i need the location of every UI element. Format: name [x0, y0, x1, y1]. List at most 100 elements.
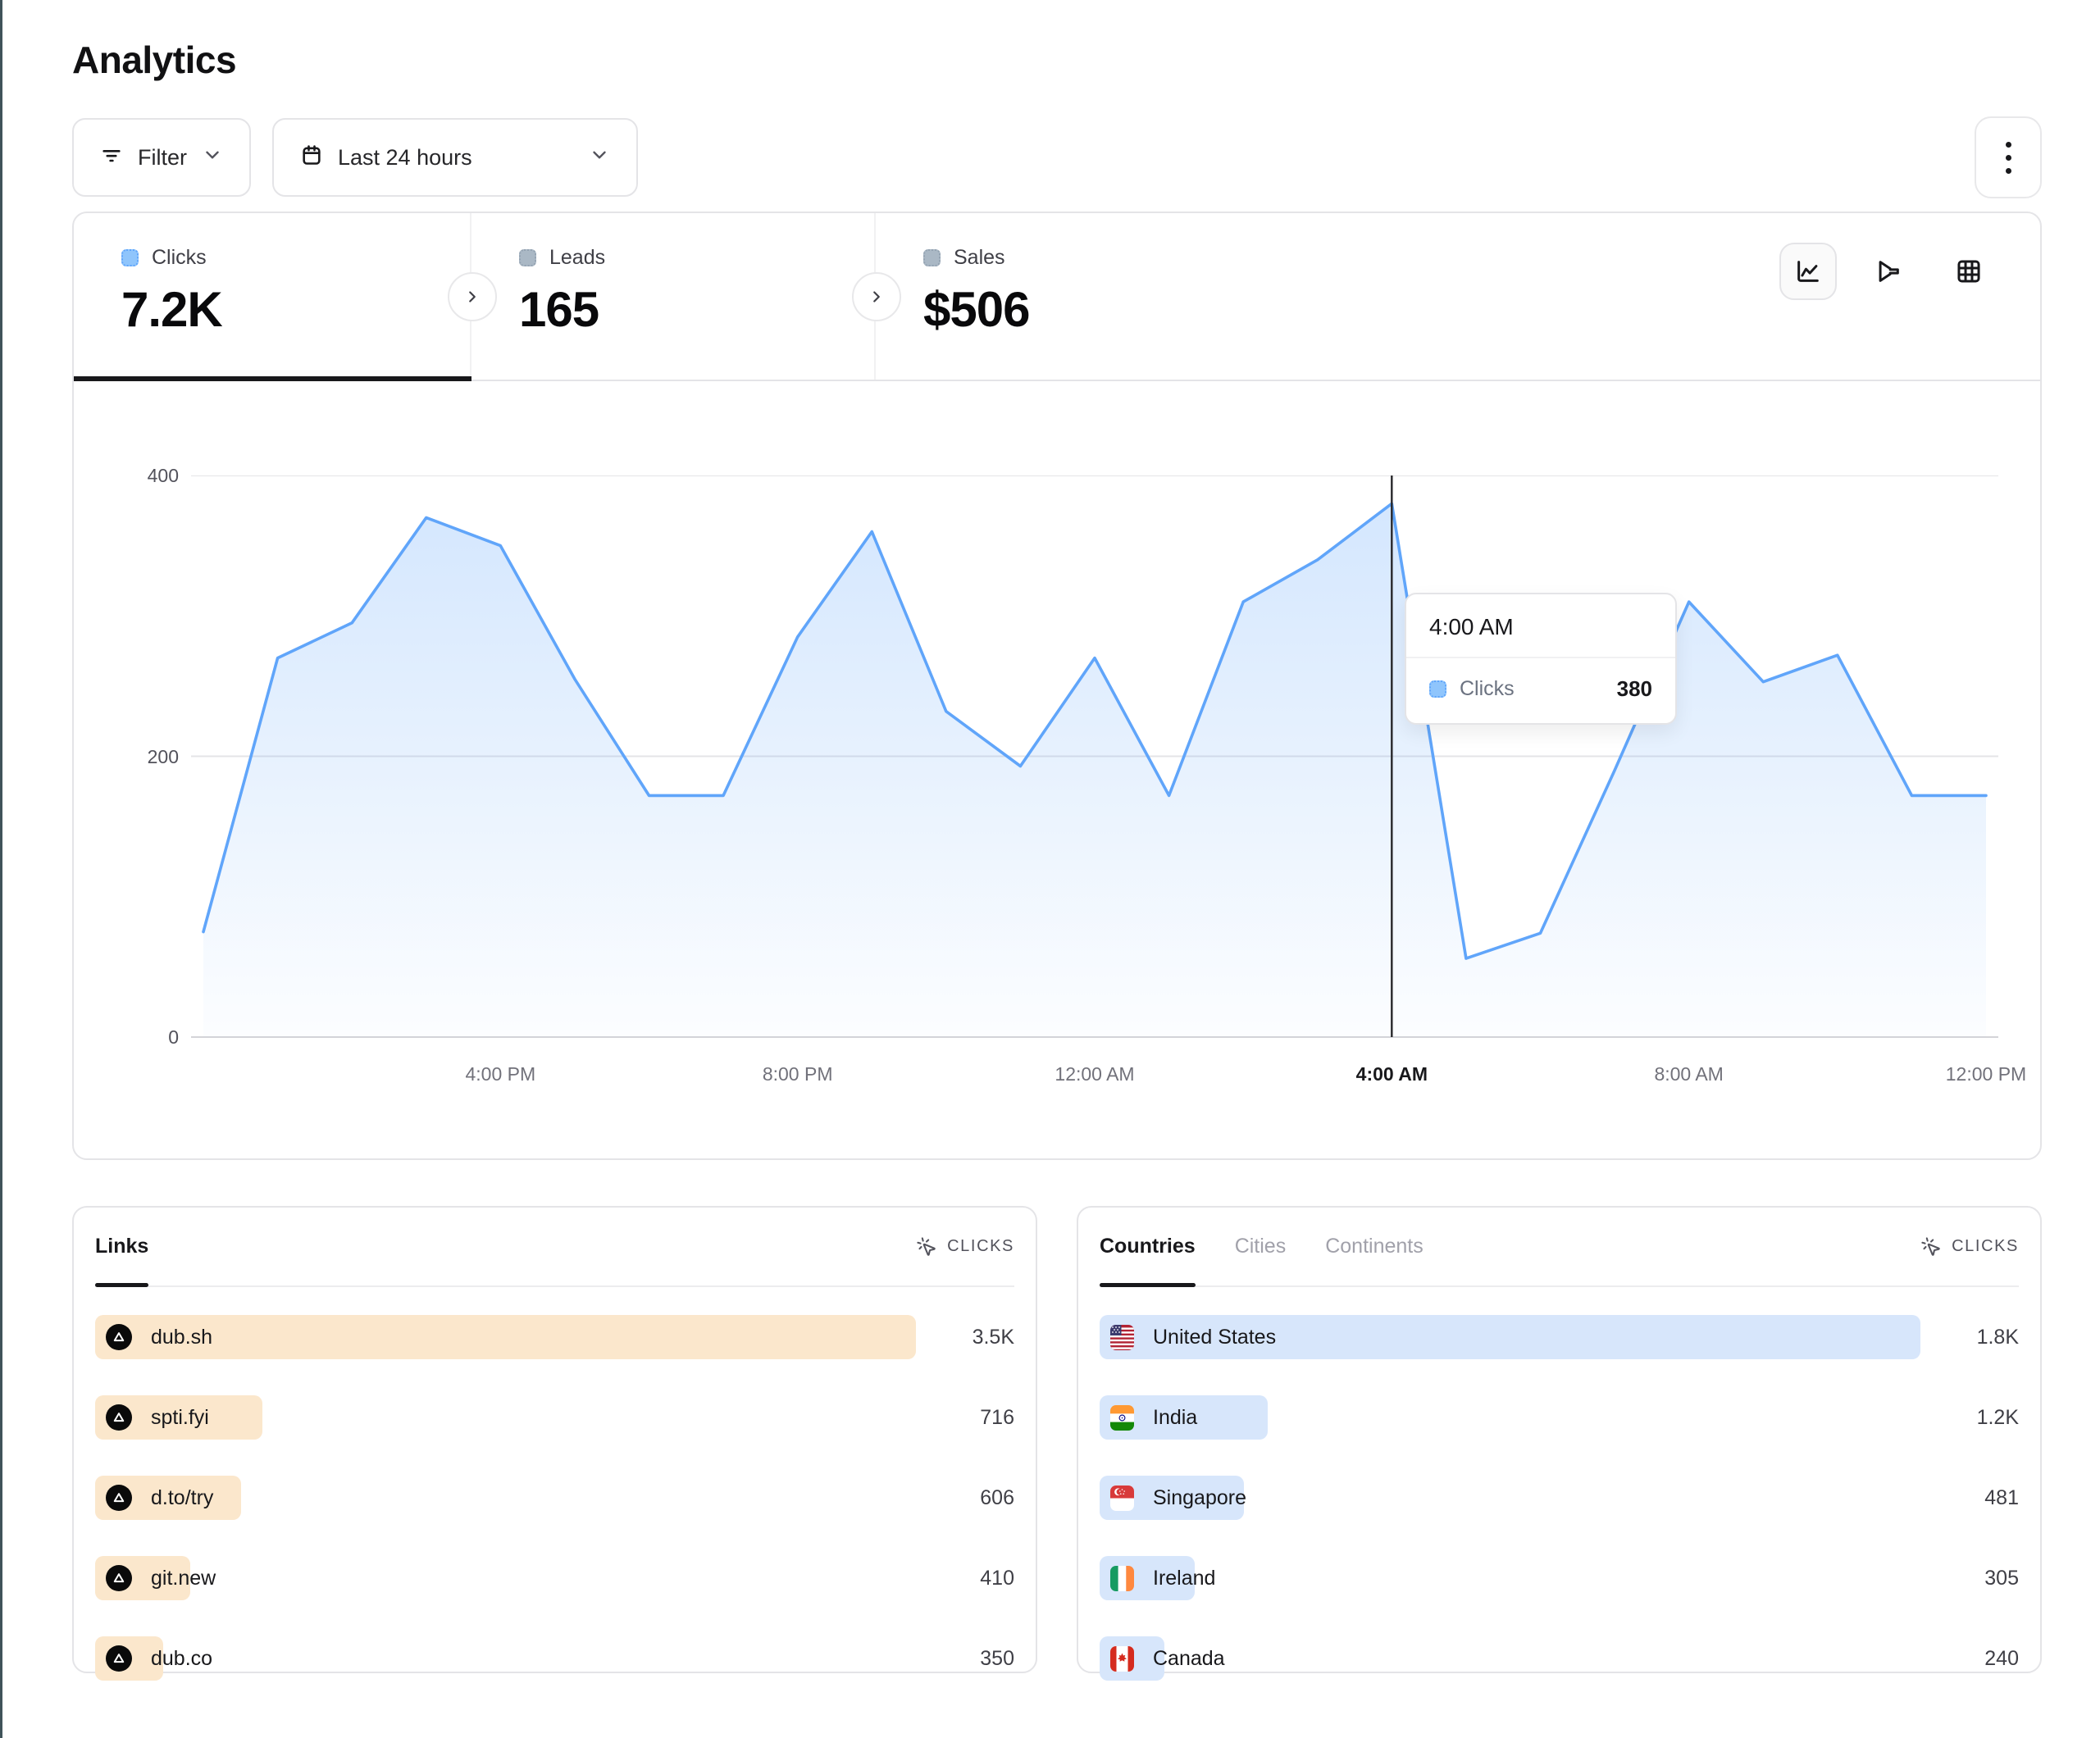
ie-flag-icon — [1110, 1566, 1134, 1591]
table-view-button[interactable] — [1940, 243, 1998, 300]
link-row[interactable]: spti.fyi 716 — [95, 1395, 1014, 1440]
x-axis-label: 8:00 AM — [1624, 1063, 1755, 1085]
expand-leads-button[interactable] — [448, 272, 497, 321]
country-value: 1.8K — [1977, 1326, 2019, 1349]
link-row[interactable]: dub.co350 — [95, 1636, 1014, 1681]
link-bar — [95, 1315, 916, 1359]
countries-metric-header[interactable]: CLICKS — [1920, 1236, 2019, 1258]
tooltip-series-label: Clicks — [1460, 677, 1515, 701]
country-row[interactable]: Singapore 481 — [1100, 1476, 2019, 1520]
cursor-click-icon — [1920, 1236, 1942, 1258]
link-row[interactable]: git.new 410 — [95, 1556, 1014, 1600]
links-tab-links[interactable]: Links — [95, 1208, 148, 1285]
date-range-button[interactable]: Last 24 hours — [272, 118, 638, 197]
clicks-legend-square — [121, 249, 139, 266]
countries-tab-continents[interactable]: Continents — [1325, 1208, 1424, 1285]
us-flag-icon — [1110, 1325, 1134, 1350]
countries-metric-label: CLICKS — [1952, 1237, 2019, 1256]
tooltip-value: 380 — [1617, 676, 1652, 702]
x-axis-label: 4:00 AM — [1326, 1063, 1457, 1085]
link-row[interactable]: d.to/try 606 — [95, 1476, 1014, 1520]
analytics-page: Analytics Filter Last 24 hours — [2, 0, 2100, 1673]
link-label: dub.co — [151, 1647, 212, 1671]
country-label: India — [1153, 1406, 1197, 1430]
link-value: 410 — [980, 1567, 1014, 1590]
leads-stat-value: 165 — [519, 281, 876, 338]
country-value: 305 — [1984, 1567, 2019, 1590]
clicks-stat-label: Clicks — [152, 246, 207, 270]
country-row[interactable]: United States 1.8K — [1100, 1315, 2019, 1359]
filter-button-label: Filter — [138, 145, 187, 171]
kebab-menu-icon — [2006, 142, 2011, 174]
calendar-icon — [300, 143, 323, 172]
stat-card-clicks[interactable]: Clicks 7.2K — [74, 213, 471, 380]
x-axis-label: 12:00 AM — [1029, 1063, 1160, 1085]
line-chart-icon — [1794, 257, 1822, 285]
stats-row: Clicks 7.2K Leads 165 Sales $506 — [74, 213, 2040, 381]
dub-logo-icon — [106, 1324, 132, 1350]
in-flag-icon — [1110, 1405, 1134, 1431]
country-row[interactable]: Canada 240 — [1100, 1636, 2019, 1681]
link-row[interactable]: dub.sh3.5K — [95, 1315, 1014, 1359]
y-axis-label: 200 — [74, 744, 179, 769]
chart-tooltip: 4:00 AM Clicks 380 — [1405, 593, 1677, 725]
x-axis-label: 12:00 PM — [1920, 1063, 2052, 1085]
country-value: 481 — [1984, 1486, 2019, 1510]
countries-tab-cities[interactable]: Cities — [1235, 1208, 1287, 1285]
country-value: 240 — [1984, 1647, 2019, 1671]
date-range-label: Last 24 hours — [338, 145, 472, 171]
sales-stat-label: Sales — [954, 246, 1005, 270]
country-label: United States — [1153, 1326, 1276, 1349]
clicks-stat-value: 7.2K — [121, 281, 471, 338]
dub-logo-icon — [106, 1404, 132, 1431]
leads-legend-square — [519, 249, 536, 266]
sg-flag-icon — [1110, 1485, 1134, 1511]
x-axis-label: 8:00 PM — [732, 1063, 863, 1085]
link-label: spti.fyi — [151, 1406, 209, 1430]
area-chart-svg[interactable] — [191, 475, 1998, 1043]
expand-sales-button[interactable] — [852, 272, 901, 321]
links-panel: Links CLICKS dub.sh3.5K spti.fyi 716 d.to… — [72, 1206, 1037, 1673]
x-axis-label: 4:00 PM — [435, 1063, 566, 1085]
funnel-chart-view-button[interactable] — [1860, 243, 1917, 300]
stat-card-leads[interactable]: Leads 165 — [471, 213, 876, 380]
page-title: Analytics — [72, 38, 2042, 82]
tooltip-time: 4:00 AM — [1406, 594, 1675, 658]
link-label: d.to/try — [151, 1486, 213, 1510]
chevron-down-icon — [202, 144, 223, 171]
active-stat-underline — [74, 376, 471, 381]
chevron-down-icon — [589, 144, 610, 171]
funnel-chart-icon — [1875, 257, 1902, 285]
link-label: git.new — [151, 1567, 216, 1590]
chevron-right-icon — [868, 288, 886, 306]
chart-view-toggles — [1779, 243, 1998, 300]
toolbar: Filter Last 24 hours — [72, 116, 2042, 198]
country-label: Canada — [1153, 1647, 1225, 1671]
link-value: 716 — [980, 1406, 1014, 1430]
countries-tab-countries[interactable]: Countries — [1100, 1208, 1196, 1285]
links-metric-header[interactable]: CLICKS — [916, 1236, 1014, 1258]
dub-logo-icon — [106, 1565, 132, 1591]
cursor-click-icon — [916, 1236, 937, 1258]
country-value: 1.2K — [1977, 1406, 2019, 1430]
sales-legend-square — [923, 249, 941, 266]
ca-flag-icon — [1110, 1646, 1134, 1672]
analytics-chart-card: Clicks 7.2K Leads 165 Sales $506 — [72, 212, 2042, 1160]
links-metric-label: CLICKS — [947, 1237, 1014, 1256]
more-options-button[interactable] — [1975, 116, 2042, 198]
line-chart-view-button[interactable] — [1779, 243, 1837, 300]
country-row[interactable]: India 1.2K — [1100, 1395, 2019, 1440]
country-label: Singapore — [1153, 1486, 1246, 1510]
y-axis-label: 400 — [74, 463, 179, 488]
clicks-timeseries-chart[interactable]: 4:00 AM Clicks 380 40020004:00 PM8:00 PM… — [74, 381, 2040, 1158]
link-value: 606 — [980, 1486, 1014, 1510]
leads-stat-label: Leads — [549, 246, 605, 270]
link-value: 3.5K — [973, 1326, 1014, 1349]
table-grid-icon — [1955, 257, 1983, 285]
clicks-area-fill — [203, 503, 1986, 1037]
filter-lines-icon — [100, 143, 123, 172]
dub-logo-icon — [106, 1485, 132, 1511]
country-row[interactable]: Ireland305 — [1100, 1556, 2019, 1600]
filter-button[interactable]: Filter — [72, 118, 251, 197]
countries-panel: Countries Cities Continents CLICKS United … — [1077, 1206, 2042, 1673]
